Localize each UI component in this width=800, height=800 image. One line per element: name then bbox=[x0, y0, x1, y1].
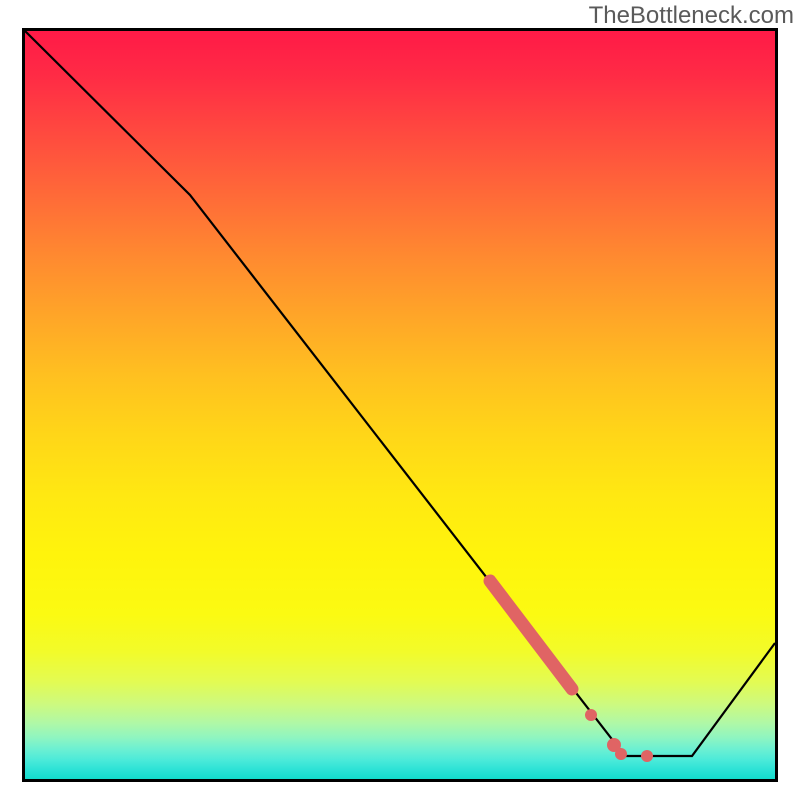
chart-container: TheBottleneck.com bbox=[0, 0, 800, 800]
highlight-dot-3 bbox=[615, 748, 627, 760]
plot-area bbox=[22, 28, 778, 782]
bottleneck-curve-line bbox=[25, 31, 775, 756]
watermark-text: TheBottleneck.com bbox=[589, 2, 794, 30]
highlight-segment bbox=[490, 581, 572, 689]
highlight-group bbox=[490, 581, 653, 762]
chart-svg bbox=[25, 31, 775, 779]
curve-group bbox=[25, 31, 775, 756]
highlight-dot-4 bbox=[641, 750, 653, 762]
highlight-dot-1 bbox=[585, 709, 597, 721]
